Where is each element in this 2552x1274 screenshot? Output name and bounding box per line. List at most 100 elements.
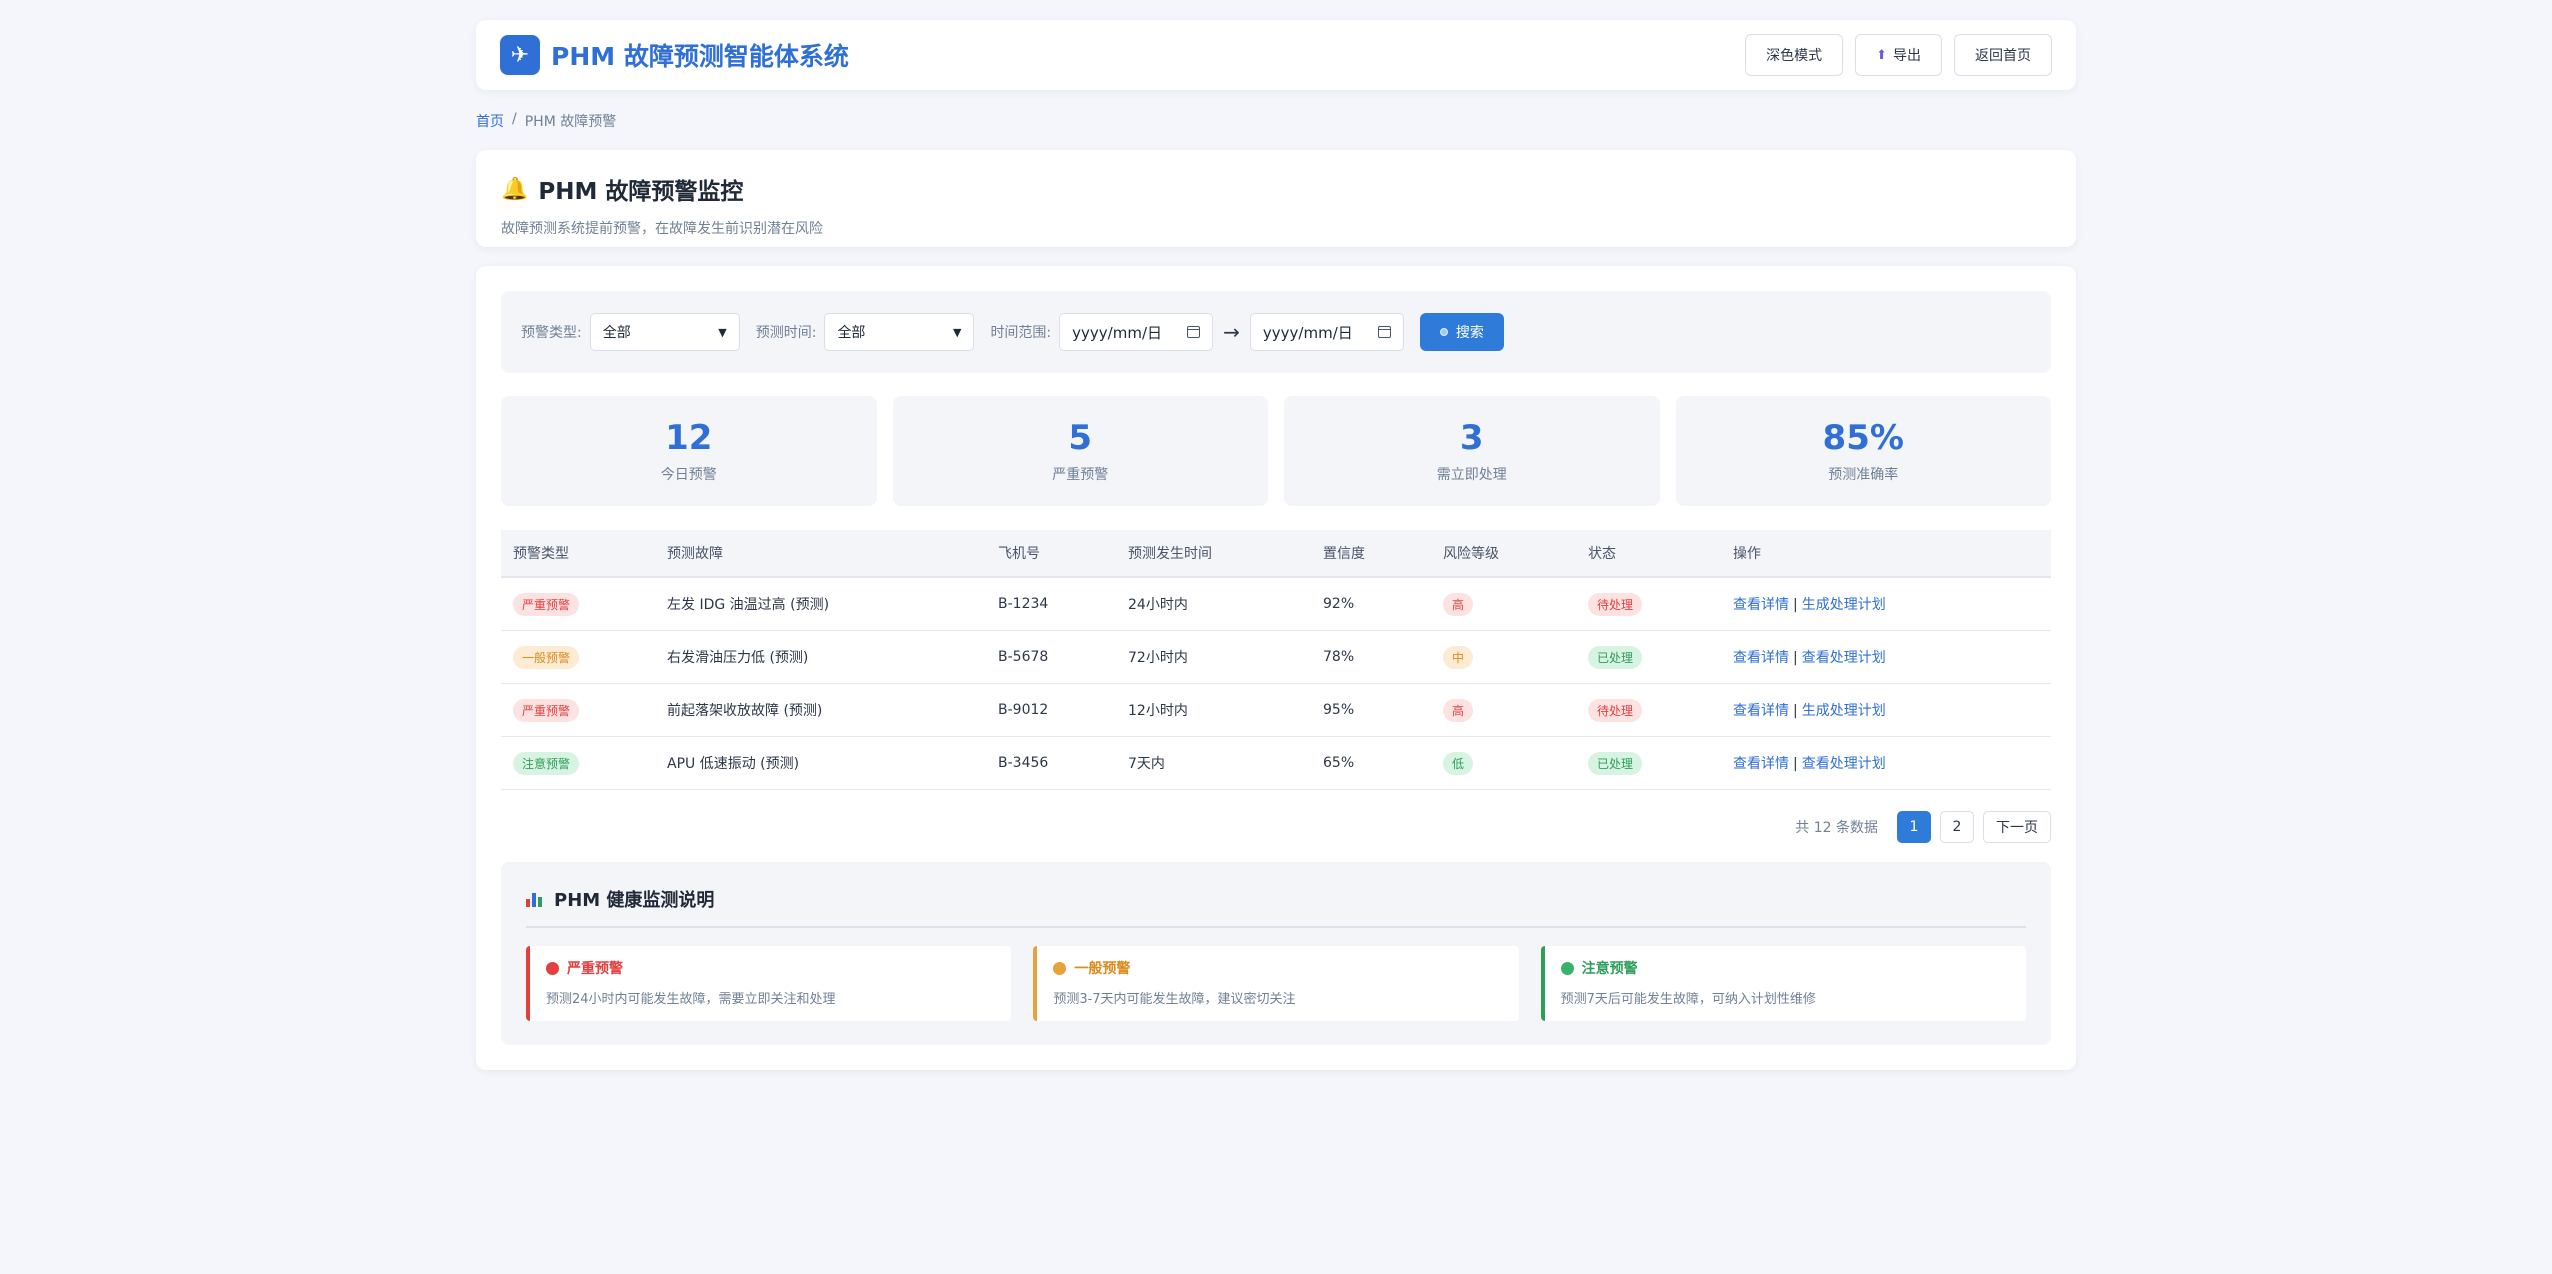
page-subtitle: 故障预测系统提前预警，在故障发生前识别潜在风险 — [501, 221, 823, 237]
info-item-severe: 严重预警 预测24小时内可能发生故障，需要立即关注和处理 — [526, 946, 1012, 1021]
confidence-cell: 95% — [1323, 702, 1355, 718]
col-header-status: 状态 — [1588, 546, 1616, 562]
dark-mode-button[interactable]: 深色模式 — [1745, 34, 1844, 76]
info-item-desc: 预测24小时内可能发生故障，需要立即关注和处理 — [546, 992, 836, 1007]
stat-card-severe: 5 严重预警 — [892, 396, 1268, 506]
stats-row: 12 今日预警 5 严重预警 3 需立即处理 85% 预测准确率 — [501, 396, 2051, 506]
time-filter-select[interactable]: 全部 ▼ — [824, 313, 975, 351]
time-cell: 12小时内 — [1128, 703, 1188, 719]
home-label: 返回首页 — [1975, 48, 2031, 64]
col-header-risk: 风险等级 — [1443, 546, 1499, 562]
table-row: 严重预警 前起落架收放故障 (预测) B-9012 12小时内 95% 高 待处… — [501, 684, 2051, 737]
col-header-confidence: 置信度 — [1323, 546, 1365, 562]
plan-link[interactable]: 查看处理计划 — [1802, 650, 1886, 666]
pagination: 共 12 条数据 1 2 下一页 — [1795, 811, 2051, 843]
export-label: 导出 — [1893, 48, 1921, 64]
range-filter-label: 时间范围: — [990, 325, 1052, 341]
next-page-button[interactable]: 下一页 — [1983, 811, 2051, 843]
view-details-link[interactable]: 查看详情 — [1733, 703, 1789, 719]
calendar-icon[interactable] — [1187, 326, 1201, 338]
table-row: 一般预警 右发滑油压力低 (预测) B-5678 72小时内 78% 中 已处理… — [501, 631, 2051, 684]
date-start-input[interactable]: yyyy/mm/日 — [1059, 313, 1214, 351]
type-filter-label: 预警类型: — [521, 325, 582, 341]
home-button[interactable]: 返回首页 — [1954, 34, 2052, 76]
breadcrumb-separator: / — [512, 111, 517, 127]
stat-label: 严重预警 — [1052, 467, 1109, 483]
header-actions: 深色模式 ⬆ 导出 返回首页 — [1745, 34, 2052, 76]
table-row: 注意预警 APU 低速振动 (预测) B-3456 7天内 65% 低 已处理 … — [501, 737, 2051, 790]
alerts-table: 预警类型 预测故障 飞机号 预测发生时间 置信度 风险等级 状态 操作 严重预警… — [501, 530, 2051, 790]
date-end-input[interactable]: yyyy/mm/日 — [1249, 313, 1404, 351]
view-details-link[interactable]: 查看详情 — [1733, 650, 1789, 666]
time-filter-label: 预测时间: — [755, 325, 817, 341]
plane-icon: ✈ — [500, 35, 540, 75]
app-title: PHM 故障预测智能体系统 — [551, 42, 849, 71]
stat-card-today: 12 今日预警 — [501, 396, 877, 506]
dark-mode-label: 深色模式 — [1766, 48, 1823, 64]
alert-type-badge: 一般预警 — [513, 645, 580, 669]
view-details-link[interactable]: 查看详情 — [1733, 756, 1789, 772]
info-item-desc: 预测3-7天内可能发生故障，建议密切关注 — [1053, 992, 1296, 1007]
type-filter-select[interactable]: 全部 ▼ — [589, 313, 740, 351]
stat-card-urgent: 3 需立即处理 — [1284, 396, 1660, 506]
view-details-link[interactable]: 查看详情 — [1733, 597, 1789, 613]
search-label: 搜索 — [1455, 325, 1484, 341]
stat-value: 12 — [665, 418, 713, 458]
chevron-down-icon: ▼ — [952, 325, 962, 339]
plan-link[interactable]: 生成处理计划 — [1802, 597, 1886, 613]
page-header-card: 🔔 PHM 故障预警监控 故障预测系统提前预警，在故障发生前识别潜在风险 — [476, 150, 2076, 247]
page-button-1[interactable]: 1 — [1897, 811, 1931, 843]
info-item-name: 一般预警 — [1074, 961, 1131, 977]
info-item-name: 注意预警 — [1581, 961, 1638, 977]
aircraft-cell: B-9012 — [998, 702, 1049, 718]
action-separator: | — [1793, 597, 1798, 613]
stat-value: 85% — [1822, 418, 1904, 458]
calendar-icon[interactable] — [1377, 326, 1391, 338]
time-cell: 72小时内 — [1128, 650, 1188, 666]
main-card: 预警类型: 全部 ▼ 预测时间: 全部 ▼ 时间范围: yyyy/mm/日 → … — [476, 266, 2076, 1070]
export-button[interactable]: ⬆ 导出 — [1855, 34, 1942, 76]
plan-link[interactable]: 查看处理计划 — [1802, 756, 1886, 772]
export-icon: ⬆ — [1876, 47, 1887, 63]
breadcrumb-home[interactable]: 首页 — [476, 111, 504, 131]
status-badge: 已处理 — [1588, 751, 1643, 775]
chevron-down-icon: ▼ — [718, 325, 727, 339]
info-item-notice: 注意预警 预测7天后可能发生故障，可纳入计划性维修 — [1540, 946, 2026, 1021]
stat-label: 预测准确率 — [1828, 467, 1899, 483]
stat-value: 5 — [1068, 418, 1093, 458]
fault-cell: 右发滑油压力低 (预测) — [667, 650, 809, 666]
aircraft-cell: B-1234 — [998, 596, 1049, 612]
range-arrow: → — [1223, 320, 1240, 344]
type-filter-value: 全部 — [602, 325, 631, 341]
action-separator: | — [1793, 703, 1798, 719]
info-columns: 严重预警 预测24小时内可能发生故障，需要立即关注和处理 一般预警 预测3-7天… — [526, 946, 2026, 1021]
alert-type-badge: 严重预警 — [513, 698, 580, 722]
date-start-placeholder: yyyy/mm/日 — [1072, 323, 1162, 342]
info-title: PHM 健康监测说明 — [554, 890, 715, 911]
plan-link[interactable]: 生成处理计划 — [1802, 703, 1886, 719]
breadcrumb: 首页 / PHM 故障预警 — [476, 111, 616, 131]
app-header: ✈ PHM 故障预测智能体系统 深色模式 ⬆ 导出 返回首页 — [476, 20, 2076, 90]
alert-type-badge: 注意预警 — [513, 751, 580, 775]
search-icon — [1439, 328, 1448, 336]
status-badge: 待处理 — [1588, 698, 1643, 722]
brand: ✈ PHM 故障预测智能体系统 — [500, 35, 849, 75]
bell-icon: 🔔 — [501, 176, 529, 202]
health-info-panel: PHM 健康监测说明 严重预警 预测24小时内可能发生故障，需要立即关注和处理 … — [501, 862, 2051, 1045]
fault-cell: 左发 IDG 油温过高 (预测) — [667, 597, 830, 613]
col-header-fault: 预测故障 — [667, 546, 723, 562]
confidence-cell: 92% — [1323, 596, 1355, 612]
info-item-name: 严重预警 — [567, 961, 623, 977]
action-separator: | — [1793, 650, 1798, 666]
time-cell: 7天内 — [1128, 756, 1165, 772]
info-item-desc: 预测7天后可能发生故障，可纳入计划性维修 — [1560, 992, 1816, 1007]
fault-cell: APU 低速振动 (预测) — [667, 756, 800, 772]
risk-badge: 高 — [1443, 698, 1474, 722]
confidence-cell: 78% — [1323, 649, 1355, 665]
info-item-general: 一般预警 预测3-7天内可能发生故障，建议密切关注 — [1033, 946, 1519, 1021]
page-button-2[interactable]: 2 — [1940, 811, 1974, 843]
col-header-aircraft: 飞机号 — [998, 546, 1040, 562]
stat-value: 3 — [1459, 418, 1484, 458]
confidence-cell: 65% — [1323, 755, 1355, 771]
search-button[interactable]: 搜索 — [1419, 313, 1504, 351]
